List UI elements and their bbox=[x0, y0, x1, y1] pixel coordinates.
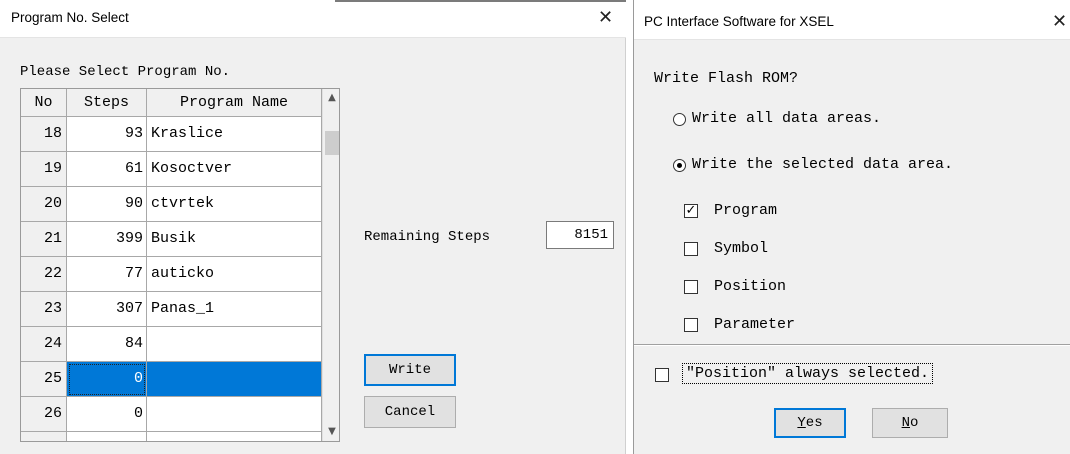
scroll-down-arrow-icon[interactable]: ▼ bbox=[323, 423, 339, 441]
program-checkbox[interactable]: ✓ bbox=[684, 204, 698, 218]
program-name-cell[interactable]: Busik bbox=[147, 222, 322, 257]
program-name-cell[interactable]: auticko bbox=[147, 257, 322, 292]
flash-rom-dialog: PC Interface Software for XSEL ✕ Write F… bbox=[633, 0, 1070, 454]
program-grid[interactable]: No Steps Program Name 18 93 Kraslice 19 61 Ko… bbox=[20, 88, 340, 442]
steps-cell[interactable]: 0 bbox=[67, 362, 147, 397]
row-number-cell[interactable]: 23 bbox=[21, 292, 67, 327]
position-always-selected-label[interactable]: "Position" always selected. bbox=[681, 363, 934, 384]
column-header-steps[interactable]: Steps bbox=[67, 89, 147, 117]
steps-cell[interactable]: 399 bbox=[67, 222, 147, 257]
parameter-checkbox[interactable] bbox=[684, 318, 698, 332]
background-window-edge bbox=[335, 0, 626, 2]
write-button[interactable]: Write bbox=[364, 354, 456, 386]
program-select-titlebar: Program No. Select ✕ bbox=[0, 0, 626, 38]
row-number-cell[interactable]: 26 bbox=[21, 397, 67, 432]
dialog-separator bbox=[634, 344, 1070, 346]
row-number-cell[interactable]: 21 bbox=[21, 222, 67, 257]
row-number-cell[interactable]: 22 bbox=[21, 257, 67, 292]
program-name-cell[interactable]: Kraslice bbox=[147, 117, 322, 152]
write-selected-label[interactable]: Write the selected data area. bbox=[692, 156, 953, 173]
steps-cell[interactable]: 0 bbox=[67, 432, 147, 441]
symbol-checkbox[interactable] bbox=[684, 242, 698, 256]
scroll-up-arrow-icon[interactable]: ▲ bbox=[323, 89, 339, 107]
program-select-close-icon[interactable]: ✕ bbox=[598, 8, 613, 28]
row-number-cell[interactable]: 25 bbox=[21, 362, 67, 397]
flash-rom-close-icon[interactable]: ✕ bbox=[1052, 12, 1067, 32]
program-select-dialog: Program No. Select ✕ Please Select Progr… bbox=[0, 0, 626, 454]
program-select-title: Program No. Select bbox=[11, 10, 129, 25]
write-flash-question: Write Flash ROM? bbox=[654, 70, 799, 87]
program-name-cell[interactable]: ctvrtek bbox=[147, 187, 322, 222]
flash-rom-titlebar: PC Interface Software for XSEL ✕ bbox=[634, 0, 1070, 40]
steps-cell[interactable]: 84 bbox=[67, 327, 147, 362]
position-checkbox-label[interactable]: Position bbox=[714, 278, 786, 295]
write-all-label[interactable]: Write all data areas. bbox=[692, 110, 881, 127]
steps-cell[interactable]: 93 bbox=[67, 117, 147, 152]
row-number-cell[interactable]: 24 bbox=[21, 327, 67, 362]
yes-accelerator: Y bbox=[797, 415, 806, 431]
steps-cell[interactable]: 90 bbox=[67, 187, 147, 222]
program-name-cell[interactable] bbox=[147, 397, 322, 432]
remaining-steps-label: Remaining Steps bbox=[364, 229, 491, 245]
program-checkbox-label[interactable]: Program bbox=[714, 202, 777, 219]
parameter-checkbox-label[interactable]: Parameter bbox=[714, 316, 795, 333]
program-name-cell[interactable] bbox=[147, 362, 322, 397]
no-accelerator: N bbox=[901, 415, 910, 431]
program-name-cell[interactable]: Kosoctver bbox=[147, 152, 322, 187]
steps-cell[interactable]: 77 bbox=[67, 257, 147, 292]
row-number-cell[interactable]: 27 bbox=[21, 432, 67, 441]
symbol-checkbox-label[interactable]: Symbol bbox=[714, 240, 768, 257]
steps-cell[interactable]: 307 bbox=[67, 292, 147, 327]
flash-rom-title: PC Interface Software for XSEL bbox=[644, 14, 834, 29]
position-always-selected-checkbox[interactable] bbox=[655, 368, 669, 382]
write-selected-radio[interactable] bbox=[673, 159, 686, 172]
program-name-cell[interactable] bbox=[147, 327, 322, 362]
column-header-program-name[interactable]: Program Name bbox=[147, 89, 322, 117]
yes-button[interactable]: Yes bbox=[774, 408, 846, 438]
steps-cell[interactable]: 61 bbox=[67, 152, 147, 187]
row-number-cell[interactable]: 18 bbox=[21, 117, 67, 152]
row-number-cell[interactable]: 20 bbox=[21, 187, 67, 222]
yes-label: es bbox=[805, 415, 823, 431]
cancel-button[interactable]: Cancel bbox=[364, 396, 456, 428]
row-number-cell[interactable]: 19 bbox=[21, 152, 67, 187]
program-name-cell[interactable]: Panas_1 bbox=[147, 292, 322, 327]
no-button[interactable]: No bbox=[872, 408, 948, 438]
select-prompt: Please Select Program No. bbox=[20, 64, 231, 80]
no-label: o bbox=[910, 415, 919, 431]
position-checkbox[interactable] bbox=[684, 280, 698, 294]
grid-scrollbar[interactable]: ▲ ▼ bbox=[322, 89, 339, 441]
column-header-no[interactable]: No bbox=[21, 89, 67, 117]
scroll-thumb[interactable] bbox=[325, 131, 339, 155]
steps-cell[interactable]: 0 bbox=[67, 397, 147, 432]
write-all-radio[interactable] bbox=[673, 113, 686, 126]
program-name-cell[interactable] bbox=[147, 432, 322, 441]
remaining-steps-field: 8151 bbox=[546, 221, 614, 249]
